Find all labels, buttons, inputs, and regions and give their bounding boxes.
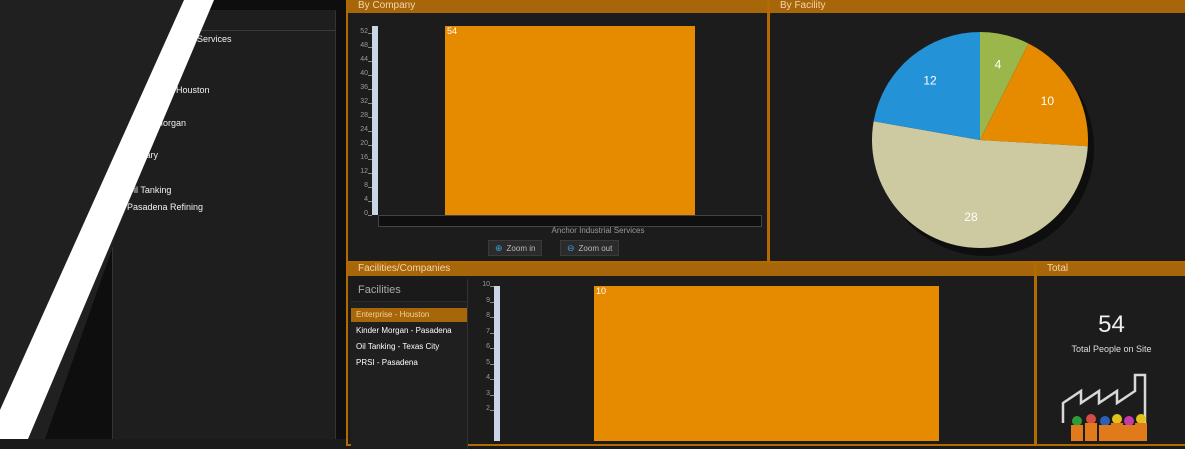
y-tick-label: 24	[360, 126, 368, 133]
y-tick-mark	[368, 201, 372, 202]
y-tick-mark	[368, 61, 372, 62]
company-list-item[interactable]: Enterprise - Houston	[127, 85, 210, 95]
y-tick-mark	[490, 410, 494, 411]
y-tick-label: 16	[360, 154, 368, 161]
zoom-out-icon: ⊖	[567, 243, 575, 253]
y-tick-label: 40	[360, 70, 368, 77]
by-company-title: By Company	[348, 0, 767, 13]
facilities-list: Facilities Enterprise - Houston Kinder Mo…	[351, 279, 468, 449]
pie-slice-label: 12	[923, 73, 937, 87]
y-tick-label: 2	[486, 405, 490, 412]
facility-list-item[interactable]: Kinder Morgan - Pasadena	[351, 324, 467, 338]
y-tick-label: 48	[360, 42, 368, 49]
y-tick-mark	[490, 379, 494, 380]
zoom-in-icon: ⊕	[495, 243, 503, 253]
facilities-list-header: Facilities	[351, 279, 467, 302]
bar-category-label: Anchor Industrial Services	[551, 226, 645, 235]
facilities-companies-title: Facilities/Companies	[348, 263, 1034, 276]
total-label: Total People on Site	[1071, 344, 1152, 354]
y-tick-mark	[490, 394, 494, 396]
company-list-item[interactable]: Anchor Industrial Services	[127, 34, 232, 44]
y-tick-label: 8	[364, 182, 368, 189]
y-tick-mark	[368, 117, 372, 118]
total-count: 54	[1098, 311, 1125, 338]
facility-list-item[interactable]: Enterprise - Houston	[351, 308, 467, 322]
by-facility-pie-chart: 4 10 28 12	[872, 32, 1094, 256]
y-tick-mark	[490, 317, 494, 318]
y-tick-label: 5	[486, 358, 490, 366]
y-tick-mark	[368, 103, 372, 104]
facility-list-item[interactable]: Oil Tanking - Texas City	[351, 340, 467, 354]
y-tick-label: 36	[360, 84, 368, 91]
company-list-item[interactable]: Pasadena Refining	[127, 202, 203, 212]
pie-slice-label: 4	[995, 57, 1002, 71]
facilities-companies-panel: Facilities/Companies Facilities Enterpri…	[346, 261, 1036, 449]
bar-value-label: 10	[596, 286, 607, 296]
y-tick-mark	[368, 215, 372, 216]
y-tick-label: 6	[486, 343, 490, 350]
company-list-item[interactable]: BC	[127, 168, 140, 178]
by-company-panel: By Company Anchor Industrial Services ⊕ Z…	[346, 0, 769, 263]
y-tick-label: 4	[364, 196, 368, 203]
y-axis-strip	[372, 26, 378, 215]
company-list-panel: Anchor Industrial Services Enterprise - H…	[112, 10, 336, 439]
y-axis-strip	[494, 286, 500, 441]
by-facility-panel: By Facility 4 10 28 12	[768, 0, 1185, 263]
y-tick-label: 52	[360, 28, 368, 35]
bar[interactable]	[594, 286, 939, 441]
y-tick-label: 0	[364, 210, 368, 217]
y-tick-label: 4	[486, 374, 490, 381]
y-tick-mark	[490, 363, 494, 365]
company-list-item[interactable]: Calgary	[127, 150, 158, 160]
y-tick-label: 7	[486, 327, 490, 335]
y-tick-mark	[368, 159, 372, 160]
total-panel: Total 54 Total People on Site	[1035, 261, 1185, 446]
y-tick-mark	[368, 173, 372, 174]
y-tick-label: 44	[360, 56, 368, 63]
y-tick-label: 3	[486, 389, 490, 397]
y-tick-mark	[368, 131, 372, 132]
bar[interactable]	[445, 26, 695, 215]
y-tick-label: 8	[486, 312, 490, 319]
y-tick-label: 9	[486, 296, 490, 304]
y-tick-mark	[368, 33, 372, 34]
company-list-item[interactable]: Kinder Morgan	[127, 118, 186, 128]
total-title: Total	[1037, 263, 1185, 276]
y-tick-mark	[490, 286, 494, 287]
zoom-in-button[interactable]: ⊕ Zoom in	[488, 240, 543, 256]
workers-factory-icon	[1061, 373, 1147, 441]
company-list-item[interactable]: Phillips 66	[127, 102, 168, 112]
pie-slice-label: 28	[964, 210, 978, 224]
zoom-out-button[interactable]: ⊖ Zoom out	[560, 240, 620, 256]
company-list-item[interactable]: Oil Tanking	[127, 185, 171, 195]
y-tick-label: 20	[360, 140, 368, 147]
zoom-out-label: Zoom out	[578, 244, 613, 253]
y-tick-mark	[490, 332, 494, 334]
x-axis-scrollbar[interactable]	[378, 215, 762, 227]
y-tick-mark	[368, 145, 372, 146]
y-tick-label: 12	[360, 168, 368, 175]
y-tick-label: 32	[360, 98, 368, 105]
pie-slice-label: 10	[1041, 94, 1055, 108]
y-tick-mark	[368, 89, 372, 90]
y-tick-mark	[368, 47, 372, 48]
y-tick-label: 28	[360, 112, 368, 119]
y-tick-mark	[368, 75, 372, 76]
bar-value-label: 54	[447, 26, 458, 36]
zoom-in-label: Zoom in	[506, 244, 536, 253]
facility-list-item[interactable]: PRSI - Pasadena	[351, 356, 467, 370]
y-tick-label: 10	[482, 281, 490, 288]
y-tick-mark	[368, 187, 372, 188]
y-tick-mark	[490, 301, 494, 303]
list-divider	[113, 30, 335, 31]
y-tick-mark	[490, 348, 494, 349]
